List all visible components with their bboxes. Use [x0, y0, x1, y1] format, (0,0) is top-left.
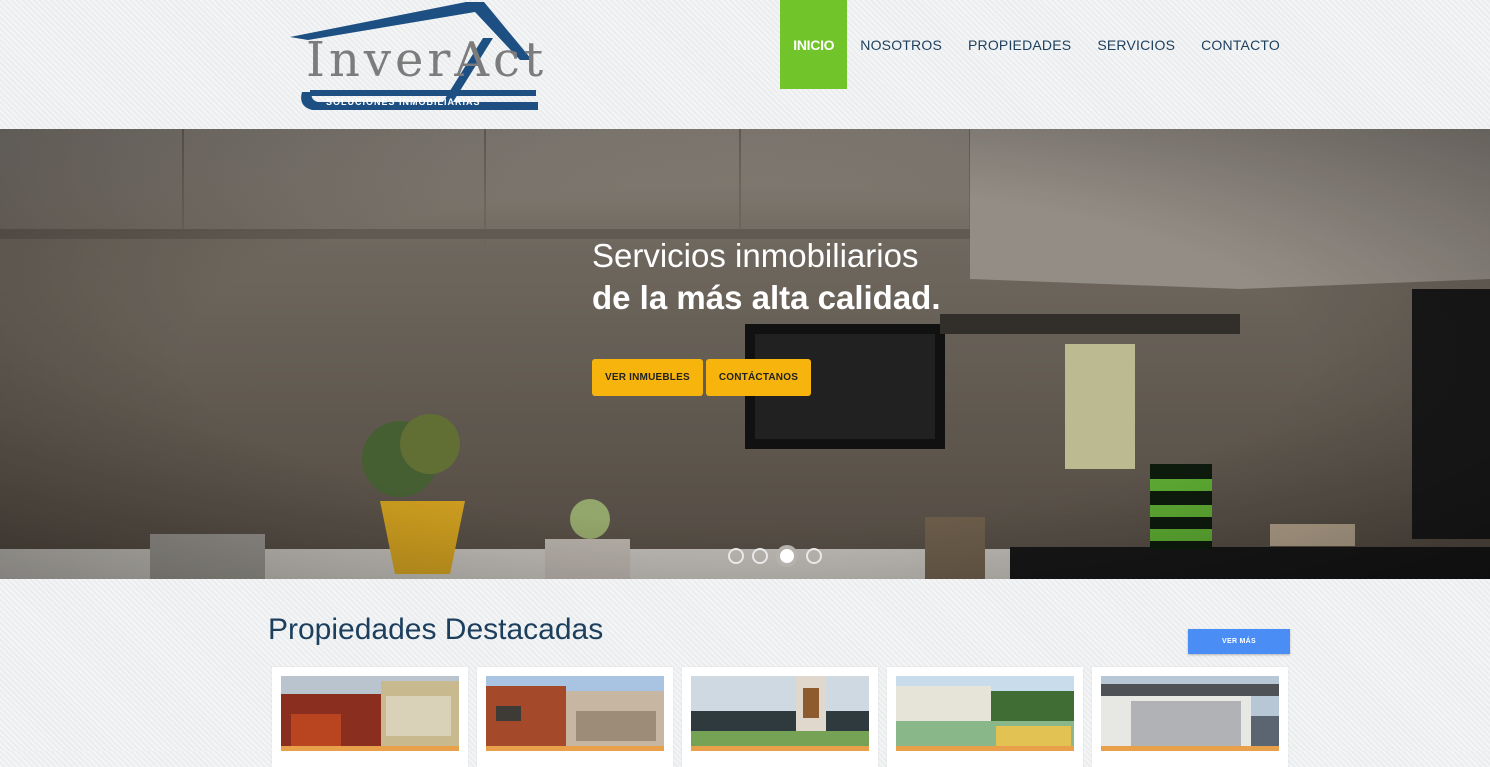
nav-inicio[interactable]: INICIO [780, 0, 848, 89]
hero-title-line2: de la más alta calidad. [592, 279, 941, 316]
house-photo-3 [691, 676, 869, 751]
hero-title: Servicios inmobiliarios de la más alta c… [592, 235, 941, 319]
property-cards [272, 667, 1288, 767]
logo-wordmark: InverAct [306, 32, 548, 88]
logo-tagline: SOLUCIONES INMOBILIARIAS [326, 97, 481, 107]
kitchen-background-image [0, 129, 1490, 579]
property-card[interactable] [272, 667, 468, 767]
hero-title-line1: Servicios inmobiliarios [592, 237, 919, 274]
hero-buttons: VER INMUEBLES CONTÁCTANOS [592, 359, 812, 396]
slider-dot-3[interactable] [776, 545, 798, 567]
ver-inmuebles-button[interactable]: VER INMUEBLES [592, 359, 703, 396]
house-photo-2 [486, 676, 664, 751]
property-card[interactable] [1092, 667, 1288, 767]
contactanos-button[interactable]: CONTÁCTANOS [705, 359, 812, 396]
nav-propiedades[interactable]: PROPIEDADES [955, 0, 1084, 89]
site-header: InverAct SOLUCIONES INMOBILIARIAS INICIO… [0, 0, 1490, 129]
property-card[interactable] [682, 667, 878, 767]
slider-dot-1[interactable] [728, 548, 744, 564]
slider-dot-4[interactable] [806, 548, 822, 564]
slider-dots [728, 545, 822, 567]
property-card[interactable] [477, 667, 673, 767]
hero-slider: Servicios inmobiliarios de la más alta c… [0, 129, 1490, 579]
inveract-logo[interactable]: InverAct SOLUCIONES INMOBILIARIAS [288, 0, 543, 120]
featured-title: Propiedades Destacadas [268, 613, 604, 646]
slider-dot-2[interactable] [752, 548, 768, 564]
nav-contacto[interactable]: CONTACTO [1188, 0, 1293, 89]
house-photo-5 [1101, 676, 1279, 751]
nav-nosotros[interactable]: NOSOTROS [847, 0, 955, 89]
house-photo-1 [281, 676, 459, 751]
main-nav: INICIO NOSOTROS PROPIEDADES SERVICIOS CO… [780, 0, 1293, 89]
ver-mas-button[interactable]: VER MÁS [1188, 629, 1290, 654]
property-card[interactable] [887, 667, 1083, 767]
house-photo-4 [896, 676, 1074, 751]
nav-servicios[interactable]: SERVICIOS [1084, 0, 1188, 89]
